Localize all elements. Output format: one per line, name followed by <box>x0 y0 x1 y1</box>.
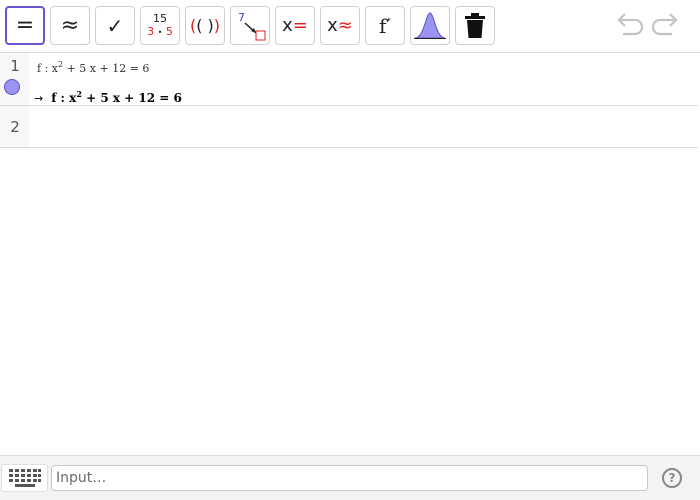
substitute-icon: 7 <box>238 11 266 40</box>
substitute-tool-button[interactable]: 7 <box>230 6 270 45</box>
cas-view: 1 f : x2 + 5 x + 12 = 6 → f : x2 + 5 x + … <box>0 53 700 455</box>
expand-paren: ) <box>213 16 221 35</box>
substitute-digit: 7 <box>238 11 245 24</box>
redo-icon[interactable] <box>650 10 682 40</box>
nsolve-var: x <box>327 15 338 36</box>
factor-icon-top: 15 <box>153 12 167 25</box>
input-bar: ? <box>0 455 700 500</box>
derivative-icon: f′ <box>379 13 391 38</box>
checkmark-icon: ✓ <box>106 13 124 38</box>
approx-icon: ≈ <box>60 13 80 38</box>
solve-sym: = <box>292 15 308 36</box>
expand-tool-button[interactable]: (( )) <box>185 6 225 45</box>
factor-tool-button[interactable]: 15 3 • 5 <box>140 6 180 45</box>
cas-row-2[interactable]: 2 <box>0 106 698 148</box>
delete-tool-button[interactable] <box>455 6 495 45</box>
factor-digit: 3 <box>147 25 155 38</box>
solve-var: x <box>282 15 293 36</box>
output-arrow-icon: → <box>34 92 44 105</box>
equals-icon: = <box>15 13 35 38</box>
row-input-expression[interactable]: f : x2 + 5 x + 12 = 6 <box>37 60 149 75</box>
trash-icon <box>465 12 485 38</box>
output-prefix: f : x <box>51 91 77 105</box>
expand-inner: ( ) <box>196 16 214 35</box>
derivative-tool-button[interactable]: f′ <box>365 6 405 45</box>
visibility-toggle-dot[interactable] <box>4 79 20 95</box>
output-rest: + 5 x + 12 = 6 <box>81 91 182 105</box>
input-prefix: f : x <box>37 62 58 75</box>
numeric-tool-button[interactable]: ≈ <box>50 6 90 45</box>
input-rest: + 5 x + 12 = 6 <box>63 62 150 75</box>
row-number: 1 <box>10 57 20 75</box>
evaluate-tool-button[interactable]: = <box>5 6 45 45</box>
keep-input-tool-button[interactable]: ✓ <box>95 6 135 45</box>
cas-toolbar: = ≈ ✓ 15 3 • 5 (( )) 7 x= x≈ f′ <box>0 0 700 53</box>
cas-row-1[interactable]: 1 f : x2 + 5 x + 12 = 6 → f : x2 + 5 x + … <box>0 53 698 106</box>
expand-icon: (( )) <box>190 16 220 35</box>
undo-icon[interactable] <box>613 10 645 40</box>
factor-digit: 5 <box>165 25 173 38</box>
command-input[interactable] <box>51 465 648 491</box>
help-icon[interactable]: ? <box>662 468 682 488</box>
keyboard-toggle-button[interactable] <box>1 464 48 492</box>
row-output-expression: → f : x2 + 5 x + 12 = 6 <box>34 89 182 105</box>
factor-dot: • <box>157 28 163 37</box>
factor-icon-bottom: 3 • 5 <box>147 25 173 39</box>
solve-numerically-tool-button[interactable]: x≈ <box>320 6 360 45</box>
bell-curve-icon <box>414 11 446 39</box>
solve-tool-button[interactable]: x= <box>275 6 315 45</box>
nsolve-icon: x≈ <box>327 15 353 36</box>
probability-calculator-tool-button[interactable] <box>410 6 450 45</box>
keyboard-icon <box>8 469 41 487</box>
row-number: 2 <box>10 118 20 136</box>
solve-icon: x= <box>282 15 308 36</box>
nsolve-sym: ≈ <box>337 15 353 36</box>
